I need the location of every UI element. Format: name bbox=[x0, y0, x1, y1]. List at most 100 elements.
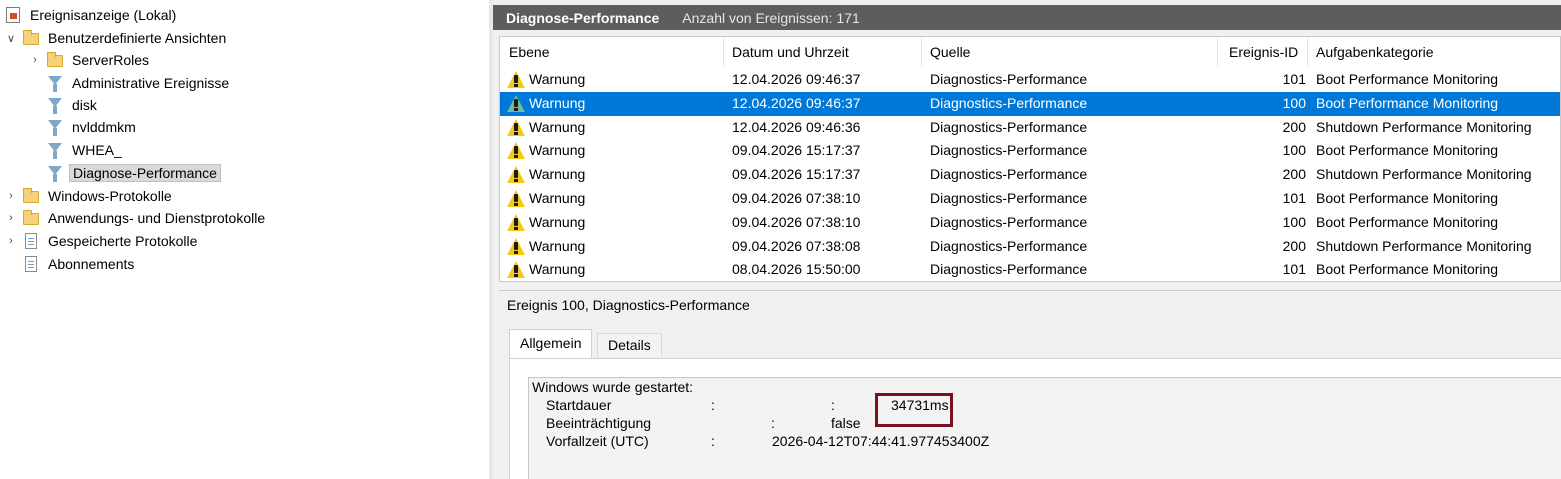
table-row[interactable]: Warnung 09.04.2026 15:17:37 Diagnostics-Pe… bbox=[500, 139, 1560, 163]
column-header-level[interactable]: Ebene bbox=[509, 44, 549, 60]
cell-date: 09.04.2026 07:38:10 bbox=[732, 213, 861, 230]
cell-task-category: Boot Performance Monitoring bbox=[1316, 190, 1499, 206]
table-row[interactable]: Warnung 09.04.2026 07:38:08 Diagnostics-Pe… bbox=[500, 235, 1560, 259]
column-separator[interactable] bbox=[921, 37, 922, 67]
event-message-box[interactable]: Windows wurde gestartet: Startdauer : : … bbox=[528, 377, 1561, 479]
cell-task-category: Boot Performance Monitoring bbox=[1316, 261, 1499, 278]
message-line-started: Windows wurde gestartet: bbox=[532, 379, 694, 395]
cell-task-category: Shutdown Performance Monitoring bbox=[1316, 237, 1532, 254]
tree-subscriptions[interactable]: Abonnements bbox=[22, 253, 137, 275]
warning-icon bbox=[507, 118, 525, 136]
tree-item-disk[interactable]: disk bbox=[46, 94, 100, 116]
chevron-right-icon[interactable]: › bbox=[28, 54, 42, 66]
tree-root[interactable]: Ereignisanzeige (Lokal) bbox=[4, 4, 179, 26]
chevron-right-icon[interactable]: › bbox=[4, 235, 18, 247]
table-row[interactable]: Warnung 12.04.2026 09:46:36 Diagnostics-Pe… bbox=[500, 116, 1560, 140]
column-header-event-id[interactable]: Ereignis-ID bbox=[1229, 44, 1298, 60]
column-header-row: Ebene Datum und Uhrzeit Quelle Ereignis-… bbox=[500, 37, 1560, 67]
main-panel: Diagnose-Performance Anzahl von Ereignis… bbox=[493, 0, 1561, 479]
tree-item-nvlddmkm[interactable]: nvlddmkm bbox=[46, 116, 139, 138]
view-title: Diagnose-Performance bbox=[506, 9, 660, 26]
log-folder-icon bbox=[22, 187, 40, 205]
cell-source: Diagnostics-Performance bbox=[930, 118, 1088, 135]
table-row[interactable]: Warnung 12.04.2026 09:46:37 Diagnostics-Pe… bbox=[500, 68, 1560, 92]
cell-level: Warnung bbox=[529, 166, 586, 183]
cell-date: 12.04.2026 09:46:37 bbox=[732, 71, 861, 87]
cell-source: Diagnostics-Performance bbox=[930, 142, 1088, 159]
cell-task-category: Shutdown Performance Monitoring bbox=[1316, 118, 1532, 135]
column-header-task-category[interactable]: Aufgabenkategorie bbox=[1316, 44, 1434, 60]
tree-saved-logs-label: Gespeicherte Protokolle bbox=[48, 233, 198, 249]
warning-icon bbox=[507, 237, 525, 255]
table-row[interactable]: Warnung 12.04.2026 09:46:37 Diagnostics-Pe… bbox=[500, 91, 1560, 116]
table-row[interactable]: Warnung 09.04.2026 07:38:10 Diagnostics-Pe… bbox=[500, 211, 1560, 235]
warning-icon bbox=[507, 71, 525, 88]
cell-level: Warnung bbox=[529, 237, 586, 254]
separator-colon: : bbox=[771, 415, 775, 431]
filter-icon bbox=[46, 118, 64, 136]
cell-event-id: 101 bbox=[1282, 71, 1306, 87]
tab-content: Windows wurde gestartet: Startdauer : : … bbox=[509, 358, 1561, 479]
cell-date: 08.04.2026 15:50:00 bbox=[732, 261, 861, 278]
column-separator[interactable] bbox=[1307, 37, 1308, 67]
highlight-box bbox=[875, 393, 953, 427]
view-header: Diagnose-Performance Anzahl von Ereignis… bbox=[493, 5, 1561, 30]
separator-colon: : bbox=[711, 433, 715, 449]
separator-colon: : bbox=[831, 397, 835, 413]
tree-item-serverroles[interactable]: › ServerRoles bbox=[28, 49, 152, 71]
tree-item-label: disk bbox=[72, 97, 97, 113]
tree-app-service-logs[interactable]: › Anwendungs- und Dienstprotokolle bbox=[4, 207, 268, 229]
column-header-source[interactable]: Quelle bbox=[930, 44, 970, 60]
tree-item-label: ServerRoles bbox=[72, 52, 150, 68]
table-row[interactable]: Warnung 09.04.2026 15:17:37 Diagnostics-Pe… bbox=[500, 163, 1560, 187]
tree-item-label: Diagnose-Performance bbox=[69, 164, 221, 182]
cell-task-category: Shutdown Performance Monitoring bbox=[1316, 166, 1532, 183]
table-row[interactable]: Warnung 08.04.2026 15:50:00 Diagnostics-Pe… bbox=[500, 258, 1560, 281]
cell-level: Warnung bbox=[529, 213, 586, 230]
cell-event-id: 100 bbox=[1282, 213, 1306, 230]
chevron-down-icon[interactable]: ∨ bbox=[4, 32, 18, 45]
chevron-right-icon[interactable]: › bbox=[4, 190, 18, 202]
tab-general[interactable]: Allgemein bbox=[509, 329, 593, 359]
tree-item-administrative-events[interactable]: Administrative Ereignisse bbox=[46, 72, 232, 94]
table-row[interactable]: Warnung 09.04.2026 07:38:10 Diagnostics-Pe… bbox=[500, 187, 1560, 211]
navigation-tree: Ereignisanzeige (Lokal) ∨ Benutzerdefini… bbox=[0, 0, 490, 479]
event-count: Anzahl von Ereignissen: 171 bbox=[682, 9, 860, 26]
beeintraechtigung-label: Beeinträchtigung bbox=[546, 415, 652, 431]
column-header-date[interactable]: Datum und Uhrzeit bbox=[732, 44, 849, 60]
filter-icon bbox=[46, 164, 64, 182]
chevron-right-icon[interactable]: › bbox=[4, 212, 18, 224]
tree-windows-logs[interactable]: › Windows-Protokolle bbox=[4, 185, 175, 207]
tree-item-whea[interactable]: WHEA_ bbox=[46, 139, 125, 161]
column-separator[interactable] bbox=[1217, 37, 1218, 67]
filter-icon bbox=[46, 74, 64, 92]
warning-icon bbox=[507, 142, 525, 160]
cell-source: Diagnostics-Performance bbox=[930, 237, 1088, 254]
cell-date: 09.04.2026 15:17:37 bbox=[732, 166, 861, 183]
cell-level: Warnung bbox=[529, 261, 586, 278]
cell-level: Warnung bbox=[529, 190, 586, 206]
tree-windows-logs-label: Windows-Protokolle bbox=[48, 188, 172, 204]
tree-item-diagnose-performance[interactable]: Diagnose-Performance bbox=[46, 162, 221, 184]
cell-source: Diagnostics-Performance bbox=[930, 94, 1088, 111]
cell-source: Diagnostics-Performance bbox=[930, 190, 1088, 206]
folder-icon bbox=[46, 51, 64, 69]
cell-date: 09.04.2026 07:38:10 bbox=[732, 190, 861, 206]
tab-details[interactable]: Details bbox=[597, 333, 662, 357]
cell-date: 09.04.2026 07:38:08 bbox=[732, 237, 861, 254]
subscriptions-icon bbox=[22, 255, 40, 273]
cell-level: Warnung bbox=[529, 118, 586, 135]
cell-event-id: 200 bbox=[1282, 237, 1306, 254]
event-viewer-icon bbox=[4, 6, 22, 24]
vorfallzeit-label: Vorfallzeit (UTC) bbox=[546, 433, 649, 449]
tree-custom-views[interactable]: ∨ Benutzerdefinierte Ansichten bbox=[4, 27, 229, 49]
saved-logs-icon bbox=[22, 232, 40, 250]
tree-saved-logs[interactable]: › Gespeicherte Protokolle bbox=[4, 230, 200, 252]
startdauer-label: Startdauer bbox=[546, 397, 612, 413]
warning-icon bbox=[507, 166, 525, 184]
column-separator[interactable] bbox=[723, 37, 724, 67]
cell-event-id: 101 bbox=[1282, 190, 1306, 206]
folder-icon bbox=[22, 209, 40, 227]
filter-icon bbox=[46, 141, 64, 159]
cell-event-id: 101 bbox=[1282, 261, 1306, 278]
